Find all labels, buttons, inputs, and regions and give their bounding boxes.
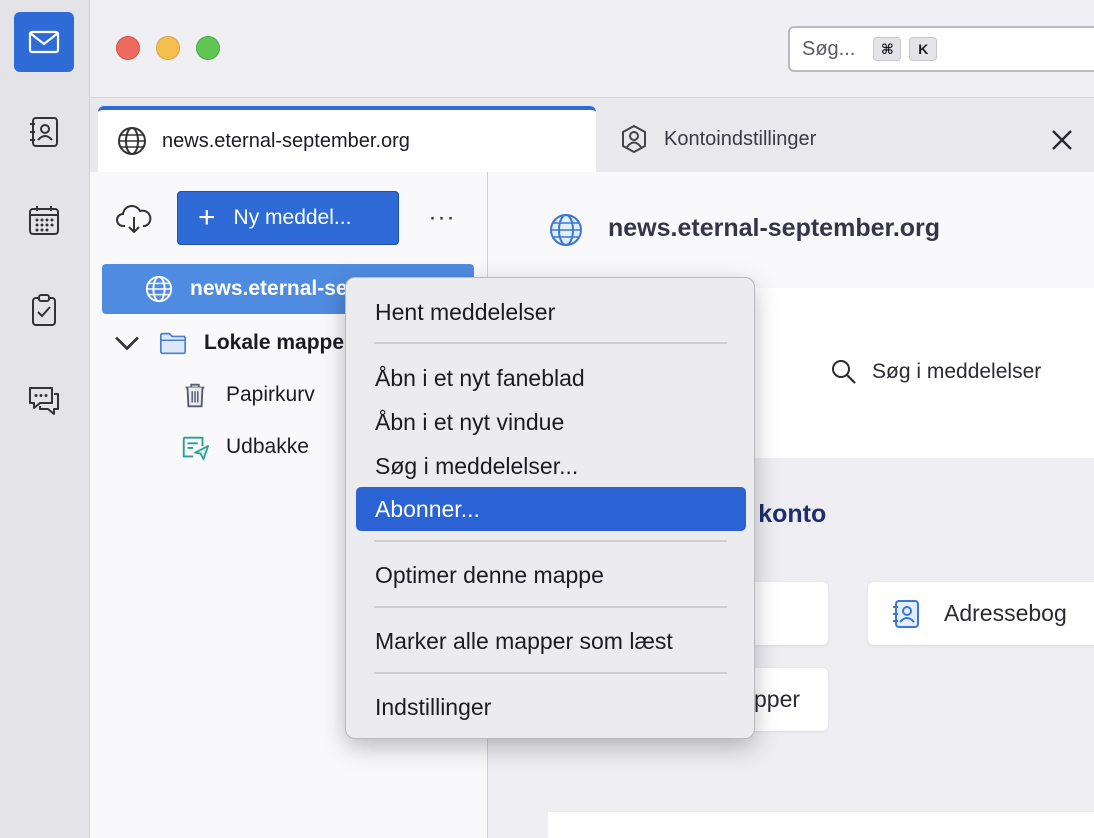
menu-separator	[374, 606, 727, 608]
menu-item-settings[interactable]: Indstillinger	[356, 685, 746, 729]
minimize-window-button[interactable]	[156, 36, 180, 60]
import-label: pper	[754, 686, 801, 712]
shortcut-letter-key: K	[909, 37, 938, 61]
tab-account-settings[interactable]: Kontoindstillinger	[618, 106, 978, 172]
globe-icon	[550, 214, 582, 246]
tasks-icon	[32, 294, 56, 326]
search-messages-action[interactable]: Søg i meddelelser	[830, 358, 1041, 386]
close-window-button[interactable]	[116, 36, 140, 60]
outbox-icon	[182, 436, 209, 461]
account-title: news.eternal-september.org	[608, 214, 941, 242]
mail-space-button[interactable]	[14, 12, 74, 72]
account-header: news.eternal-september.org	[488, 172, 1094, 288]
calendar-icon	[29, 206, 59, 235]
menu-separator	[374, 540, 727, 542]
chat-space-button[interactable]	[14, 370, 74, 430]
menu-item-subscribe[interactable]: Abonner...	[356, 487, 746, 531]
menu-separator	[374, 342, 727, 344]
trash-icon	[185, 383, 205, 408]
tasks-space-button[interactable]	[14, 280, 74, 340]
chat-icon	[29, 387, 59, 415]
menu-item-mark-all-read[interactable]: Marker alle mapper som læst	[356, 619, 746, 663]
calendar-space-button[interactable]	[14, 190, 74, 250]
address-book-icon	[30, 117, 58, 147]
globe-icon	[145, 275, 173, 303]
search-icon	[832, 360, 856, 384]
address-book-space-button[interactable]	[14, 102, 74, 162]
menu-item-search-messages[interactable]: Søg i meddelelser...	[356, 444, 746, 488]
title-bar: Søg... ⌘ K	[90, 0, 1094, 98]
tab-bar: news.eternal-september.org Kontoindstill…	[90, 98, 1094, 172]
mail-icon	[28, 30, 60, 54]
folder-icon	[159, 332, 187, 355]
address-book-label: Adressebog	[944, 600, 1067, 626]
setup-card-address-book[interactable]: Adressebog	[868, 582, 1094, 645]
menu-item-get-messages[interactable]: Hent meddelelser	[356, 290, 746, 334]
tab-news-account[interactable]: news.eternal-september.org	[98, 106, 596, 172]
menu-item-open-new-tab[interactable]: Åbn i et nyt faneblad	[356, 356, 746, 400]
folder-label: Papirkurv	[226, 383, 315, 406]
more-options-button[interactable]: ···	[422, 198, 462, 238]
zoom-window-button[interactable]	[196, 36, 220, 60]
close-tab-icon[interactable]	[1048, 126, 1076, 154]
folder-label: Udbakke	[226, 435, 309, 458]
menu-item-open-new-window[interactable]: Åbn i et nyt vindue	[356, 400, 746, 444]
tab-label: news.eternal-september.org	[162, 129, 410, 152]
address-book-icon	[893, 599, 919, 628]
shortcut-modifier-key: ⌘	[873, 37, 902, 61]
globe-icon	[118, 127, 146, 155]
global-search-input[interactable]: Søg... ⌘ K	[788, 26, 1094, 72]
account-settings-icon	[622, 124, 646, 154]
menu-separator	[374, 672, 727, 674]
bottom-panel	[548, 812, 1094, 838]
search-placeholder: Søg...	[802, 37, 856, 60]
new-message-button[interactable]: + Ny meddel...	[177, 191, 399, 245]
folder-label: Lokale mapper	[204, 331, 353, 354]
chevron-down-icon[interactable]	[112, 328, 142, 358]
tab-label: Kontoindstillinger	[664, 127, 817, 150]
folder-context-menu: Hent meddelelser Åbn i et nyt faneblad Å…	[345, 277, 755, 739]
menu-item-compact-folder[interactable]: Optimer denne mappe	[356, 553, 746, 597]
search-messages-label: Søg i meddelelser	[872, 360, 1042, 383]
new-message-label: Ny meddel...	[233, 206, 352, 229]
get-messages-cloud-icon[interactable]	[114, 200, 154, 240]
plus-icon: +	[198, 201, 216, 234]
spaces-toolbar	[0, 0, 90, 838]
